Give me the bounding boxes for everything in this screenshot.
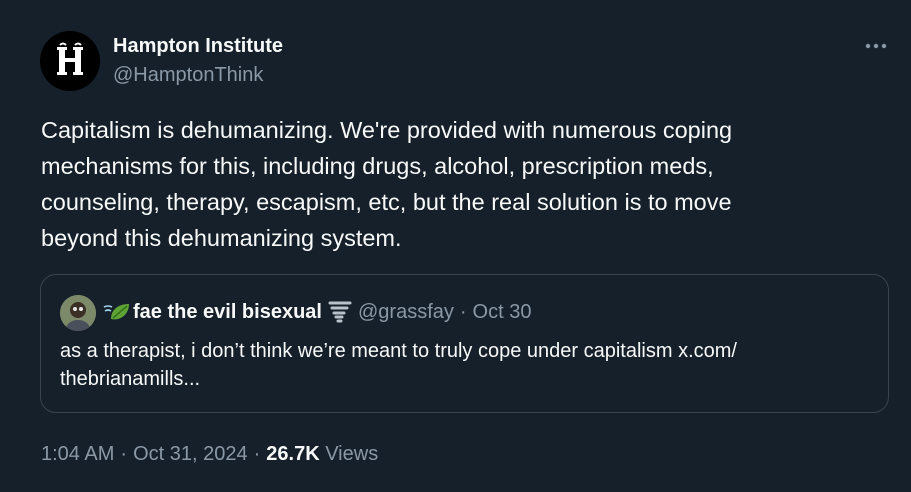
quote-date[interactable]: Oct 30 xyxy=(473,299,532,325)
tweet-date[interactable]: Oct 31, 2024 xyxy=(133,443,248,465)
author-handle[interactable]: @HamptonThink xyxy=(113,63,283,87)
hampton-logo-icon xyxy=(40,31,100,91)
leaf-fluttering-in-wind-icon xyxy=(103,299,131,325)
meta-separator: · xyxy=(253,443,261,465)
views-count[interactable]: 26.7K xyxy=(266,443,319,465)
quote-avatar[interactable] xyxy=(60,295,96,331)
quote-separator: · xyxy=(459,301,467,323)
views-label: Views xyxy=(325,443,379,465)
tweet-card: Hampton Institute @HamptonThink Capitali… xyxy=(0,0,911,492)
tweet-meta: 1:04 AM · Oct 31, 2024 · 26.7K Views xyxy=(41,441,378,467)
author-info: Hampton Institute @HamptonThink xyxy=(113,34,283,87)
quote-text-line2: thebrianamills... xyxy=(60,368,201,390)
more-options-icon xyxy=(865,43,887,49)
tweet-text: Capitalism is dehumanizing. We're provid… xyxy=(41,117,733,251)
author-display-name[interactable]: Hampton Institute xyxy=(113,34,283,58)
quote-display-name[interactable]: fae the evil bisexual xyxy=(133,299,322,325)
author-avatar[interactable] xyxy=(40,31,100,91)
avatar-photo-icon xyxy=(60,295,96,331)
meta-separator: · xyxy=(120,443,128,465)
quote-handle[interactable]: @grassfay xyxy=(358,299,454,325)
tornado-icon xyxy=(328,299,352,325)
more-options-button[interactable] xyxy=(861,34,891,58)
tweet-time[interactable]: 1:04 AM xyxy=(41,443,114,465)
quote-text: as a therapist, i don’t think we’re mean… xyxy=(60,337,880,393)
quoted-tweet[interactable]: fae the evil bisexual @grassfay · Oct 30… xyxy=(40,274,889,413)
quote-text-line1: as a therapist, i don’t think we’re mean… xyxy=(60,340,737,362)
quote-header: fae the evil bisexual @grassfay · Oct 30 xyxy=(103,299,531,325)
